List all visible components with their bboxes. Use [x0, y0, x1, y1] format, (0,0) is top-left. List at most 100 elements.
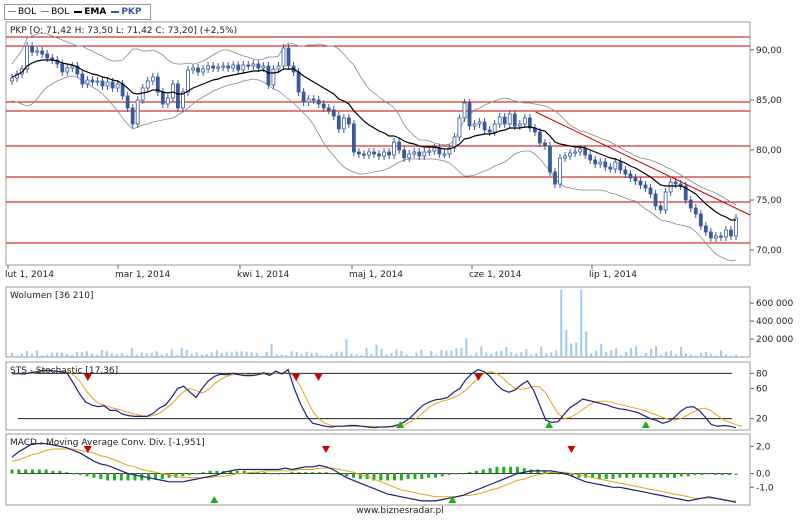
panel-frame-1	[5, 286, 751, 358]
candle-body	[191, 67, 195, 71]
candle-body	[145, 80, 150, 89]
volume-bar	[425, 356, 428, 357]
volume-bar	[270, 343, 273, 357]
volume-bar	[60, 352, 63, 357]
volume-bar	[365, 347, 368, 357]
macd-histogram-bar	[188, 473, 192, 475]
macd-histogram-bar	[194, 473, 198, 475]
volume-bar	[590, 353, 593, 357]
macd-histogram-bar	[468, 472, 472, 474]
macd-histogram-bar	[78, 473, 82, 475]
macd-histogram-bar	[71, 473, 75, 475]
volume-bar	[340, 351, 343, 357]
candle-body	[266, 65, 271, 86]
volume-bar	[385, 354, 388, 357]
xtick-label: kwi 1, 2014	[237, 270, 290, 280]
macd-histogram-bar	[311, 472, 315, 474]
footer-source: www.biznesradar.pl	[356, 506, 444, 516]
candle-body	[70, 65, 75, 69]
volume-bar	[720, 350, 723, 357]
price-ytick-label: 80,00	[756, 146, 782, 156]
volume-bar	[20, 353, 23, 357]
candle-body	[306, 98, 311, 103]
candle-body	[276, 65, 281, 70]
volume-bar	[150, 352, 153, 357]
candle-body	[186, 69, 190, 93]
volume-bar	[510, 352, 513, 357]
macd-histogram-bar	[556, 473, 560, 475]
candle-body	[211, 65, 216, 69]
candle-body	[708, 231, 713, 239]
volume-bar	[15, 355, 18, 357]
volume-bar	[75, 351, 78, 357]
candle-body	[593, 159, 598, 165]
candle-body	[588, 154, 593, 161]
panel-frame-0	[5, 21, 751, 266]
volume-panel-title: Wolumen [36 210]	[10, 291, 93, 301]
volume-bar	[330, 353, 333, 357]
volume-bar	[465, 338, 468, 357]
volume-bar	[695, 355, 698, 357]
macd-histogram-bar	[65, 472, 69, 474]
price-panel-title: PKP [O: 71,42 H: 73,50 L: 71,42 C: 73,20…	[10, 26, 237, 36]
macd-histogram-bar	[153, 473, 157, 480]
macd-histogram-bar	[720, 473, 724, 475]
candle-body	[432, 147, 437, 152]
volume-bar	[565, 330, 568, 357]
candle-body	[85, 79, 90, 85]
volume-bar	[245, 351, 248, 357]
volume-bar	[525, 349, 528, 357]
candle-body	[176, 83, 180, 109]
volume-bar	[475, 352, 478, 357]
volume-bar	[345, 339, 348, 357]
volume-bar	[555, 350, 558, 357]
volume-bar	[45, 354, 48, 357]
candle-body	[467, 102, 472, 127]
candle-body	[316, 99, 321, 105]
candle-body	[633, 177, 638, 182]
candle-body	[663, 191, 668, 211]
candle-body	[35, 50, 40, 53]
macd-panel-title: MACD - Moving Average Conv. Div. [-1,951…	[10, 438, 205, 448]
candle-body	[417, 151, 422, 157]
macd-histogram-bar	[461, 473, 465, 475]
candle-body	[60, 63, 65, 73]
stoch-ytick-label: 20	[756, 415, 768, 425]
volume-bar	[285, 355, 288, 357]
macd-histogram-bar	[85, 473, 89, 477]
volume-bar	[595, 350, 598, 357]
volume-bar	[515, 353, 518, 357]
volume-bar	[165, 352, 168, 357]
macd-histogram-bar	[679, 473, 683, 477]
volume-bar	[550, 352, 553, 357]
volume-bar	[445, 350, 448, 357]
volume-bar	[610, 350, 613, 357]
macd-histogram-bar	[37, 469, 41, 474]
volume-bar	[115, 353, 118, 357]
candle-body	[437, 147, 442, 155]
candle-body	[256, 63, 261, 69]
macd-histogram-bar	[345, 473, 349, 477]
candle-body	[512, 113, 517, 127]
candle-body	[703, 225, 708, 233]
volume-bar	[335, 351, 338, 357]
volume-bar	[350, 353, 353, 357]
candle-body	[608, 166, 613, 170]
volume-bar	[455, 348, 458, 357]
macd-histogram-bar	[392, 473, 396, 481]
volume-bar	[675, 354, 678, 357]
macd-histogram-bar	[99, 473, 103, 480]
macd-histogram-bar	[625, 473, 629, 478]
macd-histogram-bar	[160, 473, 164, 480]
candle-body	[578, 148, 583, 153]
macd-histogram-bar	[604, 473, 608, 480]
macd-histogram-bar	[611, 473, 615, 480]
volume-bar	[500, 350, 503, 357]
volume-bar	[485, 352, 488, 357]
candle-body	[135, 99, 140, 125]
volume-bar	[705, 351, 708, 357]
macd-histogram-bar	[420, 473, 424, 480]
candle-body	[301, 91, 306, 103]
volume-bar	[370, 354, 373, 357]
volume-bar	[660, 355, 663, 357]
